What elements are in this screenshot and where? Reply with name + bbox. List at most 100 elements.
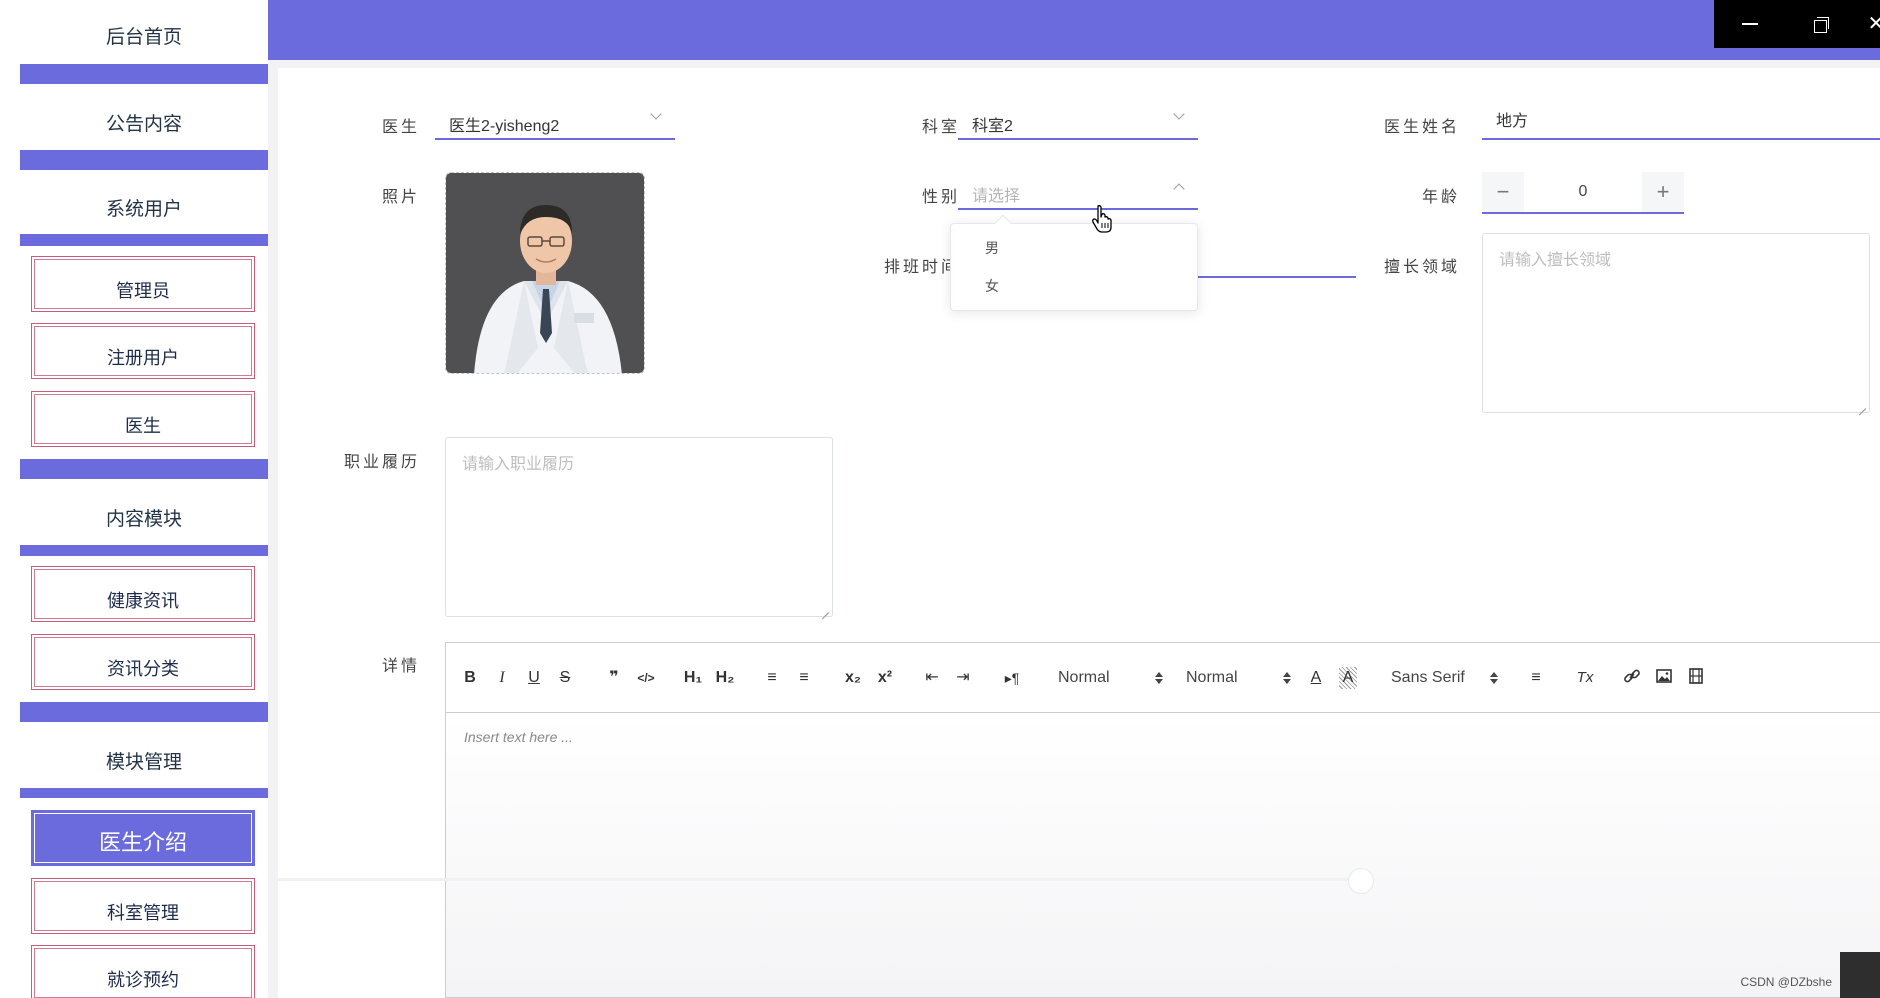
slider-track[interactable] (268, 878, 1360, 881)
details-label: 详情 (381, 656, 420, 675)
slider-handle[interactable] (1348, 868, 1374, 894)
specialty-field[interactable] (1483, 234, 1869, 412)
gender-option-female[interactable]: 女 (951, 268, 1197, 306)
sidebar-divider (20, 459, 268, 479)
doctor-name-label: 医生姓名 (1383, 117, 1460, 136)
sidebar-item-news-category[interactable]: 资讯分类 (31, 634, 255, 690)
career-field[interactable] (446, 438, 832, 616)
link-icon (1624, 669, 1640, 683)
indent-button[interactable]: ⇥ (953, 667, 973, 689)
sidebar-item-registered-users[interactable]: 注册用户 (31, 323, 255, 379)
sidebar-item-module-management[interactable]: 模块管理 (20, 722, 268, 788)
align-button[interactable]: ≡ (1526, 667, 1546, 689)
sidebar-item-label: 注册用户 (107, 348, 179, 368)
gender-select[interactable]: 请选择 (958, 170, 1198, 210)
ordered-list-button[interactable]: ≡ (762, 667, 782, 689)
sidebar-item-label: 健康资讯 (107, 591, 179, 611)
close-icon[interactable]: ✕ (1864, 12, 1880, 36)
department-label: 科室 (921, 117, 960, 136)
italic-button[interactable]: I (494, 667, 510, 689)
photo-upload[interactable] (445, 172, 645, 374)
up-down-arrows-icon (1154, 670, 1163, 686)
sidebar-item-doctor-intro[interactable]: 医生介绍 (31, 810, 255, 866)
sidebar-item-notice[interactable]: 公告内容 (20, 84, 268, 150)
chevron-up-icon (1174, 182, 1184, 192)
department-select[interactable]: 科室2 (958, 100, 1198, 140)
top-bar (268, 0, 1880, 60)
age-decrease-button[interactable]: − (1482, 172, 1524, 212)
up-down-arrows-icon (1282, 670, 1291, 686)
hand-cursor-icon (1092, 205, 1112, 233)
h2-button[interactable]: H₂ (714, 667, 736, 689)
superscript-button[interactable]: x² (874, 667, 896, 689)
image-icon (1656, 669, 1672, 683)
sidebar-item-label: 医生介绍 (98, 830, 187, 855)
sidebar-item-admin[interactable]: 管理员 (31, 256, 255, 312)
chevron-down-icon (1174, 112, 1184, 122)
sidebar-item-doctor[interactable]: 医生 (31, 391, 255, 447)
sidebar-divider (20, 788, 268, 798)
schedule-label: 排班时间 (883, 257, 960, 276)
sidebar-item-health-news[interactable]: 健康资讯 (31, 566, 255, 622)
resize-grip-icon[interactable] (820, 604, 830, 614)
doctor-photo (446, 173, 644, 373)
bullet-list-button[interactable]: ≡ (794, 667, 814, 689)
subscript-button[interactable]: x₂ (842, 667, 864, 689)
sidebar-divider (20, 234, 268, 246)
clean-format-button[interactable]: Tx (1574, 667, 1596, 689)
outdent-button[interactable]: ⇤ (922, 667, 942, 689)
header-select[interactable]: Normal (1186, 667, 1291, 689)
main-area: 医生 医生2-yisheng2 科室 科室2 医生姓名 照片 (268, 60, 1880, 998)
link-button[interactable] (1622, 667, 1642, 689)
sidebar-item-home[interactable]: 后台首页 (20, 0, 268, 64)
code-block-button[interactable]: </> (635, 667, 657, 689)
sidebar-item-appointment[interactable]: 就诊预约 (31, 945, 255, 998)
video-icon (1689, 668, 1703, 684)
specialty-textarea[interactable] (1482, 233, 1870, 413)
doctor-name-input[interactable] (1482, 100, 1880, 140)
sidebar-item-content-module[interactable]: 内容模块 (20, 479, 268, 545)
header-select-value: Normal (1186, 669, 1238, 686)
sidebar-item-label: 管理员 (116, 281, 170, 301)
watermark: CSDN @DZbshe (1740, 975, 1832, 989)
doctor-select[interactable]: 医生2-yisheng2 (435, 100, 675, 140)
font-color-button[interactable]: A (1308, 667, 1324, 689)
gender-dropdown: 男 女 (950, 214, 1198, 311)
h1-button[interactable]: H₁ (682, 667, 704, 689)
gender-select-placeholder: 请选择 (972, 188, 1021, 205)
image-button[interactable] (1654, 667, 1674, 689)
bold-button[interactable]: B (462, 667, 478, 689)
font-background-button[interactable]: A (1339, 667, 1357, 689)
gender-option-male[interactable]: 男 (951, 230, 1197, 268)
strike-button[interactable]: S (557, 667, 573, 689)
app-root: 后台首页 公告内容 系统用户 管理员 注册用户 医生 内容模块 健康资讯 资讯分… (0, 0, 1880, 998)
gender-label: 性别 (921, 187, 960, 206)
size-select[interactable]: Normal (1058, 667, 1163, 689)
rich-text-editor: B I U S ❞ </> H₁ H₂ ≡ ≡ x₂ x² ⇤ ⇥ ▸¶ Nor… (445, 642, 1880, 998)
sidebar-item-department-management[interactable]: 科室管理 (31, 878, 255, 934)
sidebar-item-label: 公告内容 (105, 114, 182, 135)
sidebar-item-label: 系统用户 (105, 199, 182, 220)
video-button[interactable] (1686, 667, 1706, 689)
age-input[interactable] (1524, 172, 1642, 212)
sidebar-divider (20, 702, 268, 722)
sidebar-item-label: 模块管理 (105, 752, 182, 773)
career-textarea[interactable] (445, 437, 833, 617)
doctor-name-field[interactable] (1482, 100, 1880, 138)
rtl-button[interactable]: ▸¶ (1001, 667, 1023, 689)
age-increase-button[interactable]: + (1642, 172, 1684, 212)
underline-button[interactable]: U (526, 667, 542, 689)
editor-content[interactable]: Insert text here ... (446, 713, 1880, 997)
age-stepper[interactable]: − + (1482, 172, 1684, 214)
up-down-arrows-icon (1489, 670, 1498, 686)
font-select[interactable]: Sans Serif (1391, 667, 1498, 689)
blockquote-button[interactable]: ❞ (604, 667, 624, 689)
corner-overlay (1840, 952, 1880, 998)
resize-grip-icon[interactable] (1857, 400, 1867, 410)
chevron-down-icon (651, 112, 661, 122)
sidebar-item-system-users[interactable]: 系统用户 (20, 170, 268, 234)
sidebar-item-label: 资讯分类 (107, 659, 179, 679)
restore-icon[interactable] (1808, 12, 1832, 36)
window-controls: ✕ (1714, 0, 1880, 48)
minimize-icon[interactable] (1738, 12, 1762, 36)
